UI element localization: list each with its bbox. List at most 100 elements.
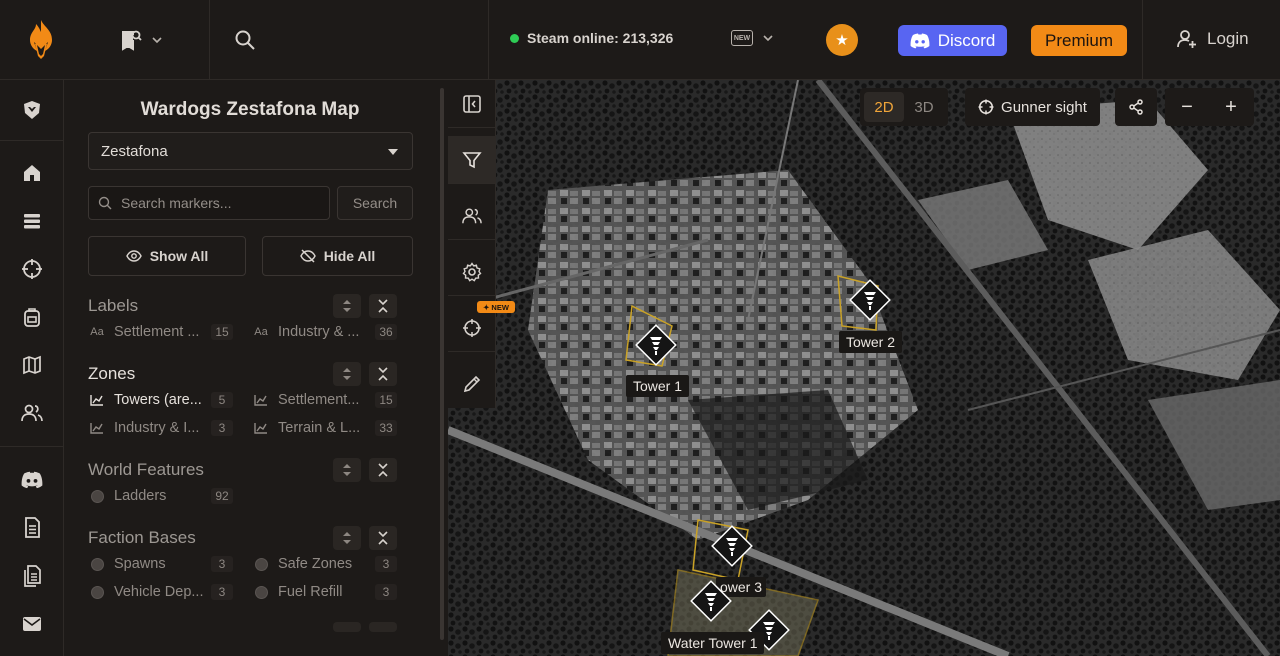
divider	[0, 446, 64, 447]
group-sort-button[interactable]	[333, 526, 361, 550]
water-tower-marker-icon[interactable]	[689, 579, 733, 623]
filter-item[interactable]: Spawns 3	[88, 554, 233, 574]
filter-item[interactable]: Towers (are... 5	[88, 390, 233, 410]
new-feature-badge: ✦ NEW	[477, 301, 515, 313]
nav-changelog[interactable]	[20, 564, 44, 588]
filter-item-count: 36	[375, 324, 397, 340]
database-icon	[24, 214, 40, 229]
collapse-icon	[378, 299, 388, 313]
login-button[interactable]: Login	[1177, 29, 1249, 49]
filter-item-count: 92	[211, 488, 233, 504]
filter-item[interactable]: Fuel Refill 3	[252, 582, 397, 602]
text-label-icon: Aa	[254, 326, 268, 338]
favorites-button[interactable]: ★	[826, 24, 858, 56]
saved-maps-button[interactable]	[120, 28, 170, 52]
filter-item-label: Towers (are...	[114, 392, 202, 408]
marker-panel: Wardogs Zestafona Map Zestafona Search S…	[64, 80, 448, 656]
new-icon: NEW	[731, 30, 753, 46]
show-all-button[interactable]: Show All	[88, 236, 246, 276]
share-button[interactable]	[1115, 88, 1157, 126]
hide-all-button[interactable]: Hide All	[262, 236, 413, 276]
map-label[interactable]: Tower 1	[626, 375, 690, 397]
view-2d-button[interactable]: 2D	[864, 92, 904, 122]
filter-tool-button[interactable]	[448, 136, 496, 184]
zoom-in-button[interactable]: +	[1209, 88, 1253, 126]
filter-item[interactable]: Ladders 92	[88, 486, 233, 506]
premium-label: Premium	[1044, 30, 1113, 50]
nav-docs[interactable]	[20, 516, 44, 540]
group-title-zones[interactable]: Zones	[88, 364, 135, 384]
filter-item[interactable]: Terrain & L... 33	[252, 418, 397, 438]
group-collapse-button[interactable]	[369, 458, 397, 482]
circle-marker-icon	[88, 585, 106, 599]
premium-button[interactable]: Premium	[1031, 25, 1127, 56]
zoom-out-button[interactable]: −	[1165, 88, 1209, 126]
nav-contact[interactable]	[20, 612, 44, 636]
group-collapse-button[interactable]	[369, 362, 397, 386]
nav-community[interactable]	[20, 401, 44, 425]
document-icon	[25, 517, 40, 538]
filter-item-count: 3	[211, 420, 233, 436]
nav-discord[interactable]	[20, 468, 44, 492]
nav-game-logo[interactable]	[20, 98, 44, 122]
nav-database[interactable]	[20, 209, 44, 233]
flame-logo-icon[interactable]	[22, 18, 60, 62]
tower-marker-icon[interactable]	[710, 524, 754, 568]
filter-item[interactable]: Aa Settlement ... 15	[88, 322, 233, 342]
collapse-icon	[378, 531, 388, 545]
whats-new-button[interactable]: NEW	[731, 30, 773, 46]
group-collapse-button[interactable]	[369, 526, 397, 550]
sort-icon	[343, 300, 351, 312]
discord-button[interactable]: Discord	[898, 25, 1007, 56]
login-label: Login	[1207, 29, 1249, 48]
discord-label: Discord	[937, 30, 996, 50]
tower-marker-icon[interactable]	[634, 323, 678, 367]
filter-item-label: Safe Zones	[278, 556, 353, 572]
steam-status: Steam online: 213,326	[510, 30, 673, 46]
group-sort-button[interactable]	[333, 362, 361, 386]
crosshair-icon	[22, 259, 42, 279]
gunner-sight-button[interactable]: Gunner sight	[965, 88, 1100, 126]
filter-item[interactable]: Vehicle Dep... 3	[88, 582, 233, 602]
nav-crosshair[interactable]	[20, 257, 44, 281]
group-sort-button[interactable]	[333, 622, 361, 632]
map-select-dropdown[interactable]: Zestafona	[88, 132, 413, 170]
group-sort-button[interactable]	[333, 458, 361, 482]
collapse-panel-button[interactable]	[448, 80, 496, 128]
circle-marker-icon	[88, 489, 106, 503]
nav-maps[interactable]	[20, 353, 44, 377]
view-3d-button[interactable]: 3D	[904, 92, 944, 122]
filter-item[interactable]: Industry & I... 3	[88, 418, 233, 438]
settings-tool-button[interactable]	[448, 248, 496, 296]
group-title-world-features[interactable]: World Features	[88, 460, 204, 480]
search-icon[interactable]	[233, 28, 257, 52]
divider	[0, 140, 64, 141]
filter-item[interactable]: Aa Industry & ... 36	[252, 322, 397, 342]
filter-item-count: 3	[375, 556, 397, 572]
filter-icon	[462, 151, 482, 168]
map-label[interactable]: Tower 2	[839, 331, 903, 353]
filter-item-label: Spawns	[114, 556, 166, 572]
filter-item-label: Terrain & L...	[278, 420, 361, 436]
squad-tool-button[interactable]	[448, 192, 496, 240]
search-button[interactable]: Search	[337, 186, 413, 220]
sidebar-collapse-icon	[463, 94, 481, 113]
panel-scrollbar[interactable]	[440, 88, 444, 640]
group-sort-button[interactable]	[333, 294, 361, 318]
map-canvas[interactable]: Tower 1 Tower 2 ower 3 Water Tower 1 2D …	[448, 80, 1280, 656]
group-collapse-button[interactable]	[369, 294, 397, 318]
satellite-map-image	[448, 80, 1280, 656]
group-title-faction-bases[interactable]: Faction Bases	[88, 528, 196, 548]
users-icon	[21, 404, 43, 422]
filter-item-label: Vehicle Dep...	[114, 584, 204, 600]
filter-item[interactable]: Safe Zones 3	[252, 554, 397, 574]
map-label[interactable]: Water Tower 1	[661, 632, 765, 654]
filter-item[interactable]: Settlement... 15	[252, 390, 397, 410]
group-collapse-button[interactable]	[369, 622, 397, 632]
search-markers-input[interactable]	[88, 186, 330, 220]
draw-tool-button[interactable]	[448, 360, 496, 408]
tower-marker-icon[interactable]	[848, 278, 892, 322]
nav-gear[interactable]	[20, 305, 44, 329]
nav-home[interactable]	[20, 161, 44, 185]
group-title-labels[interactable]: Labels	[88, 296, 138, 316]
